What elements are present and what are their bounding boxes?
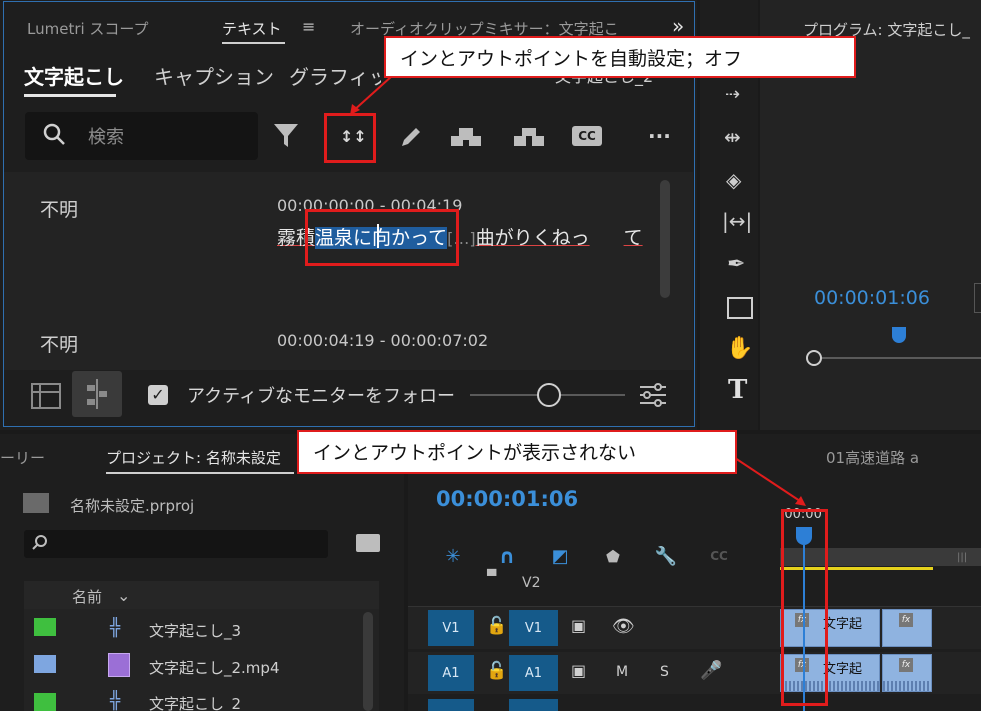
callout-auto-in-out-off: インとアウトポイントを自動設定；オフ xyxy=(384,36,856,78)
callout-in-out-not-shown: インとアウトポイントが表示されない xyxy=(297,430,737,474)
callout-arrow xyxy=(350,75,806,506)
